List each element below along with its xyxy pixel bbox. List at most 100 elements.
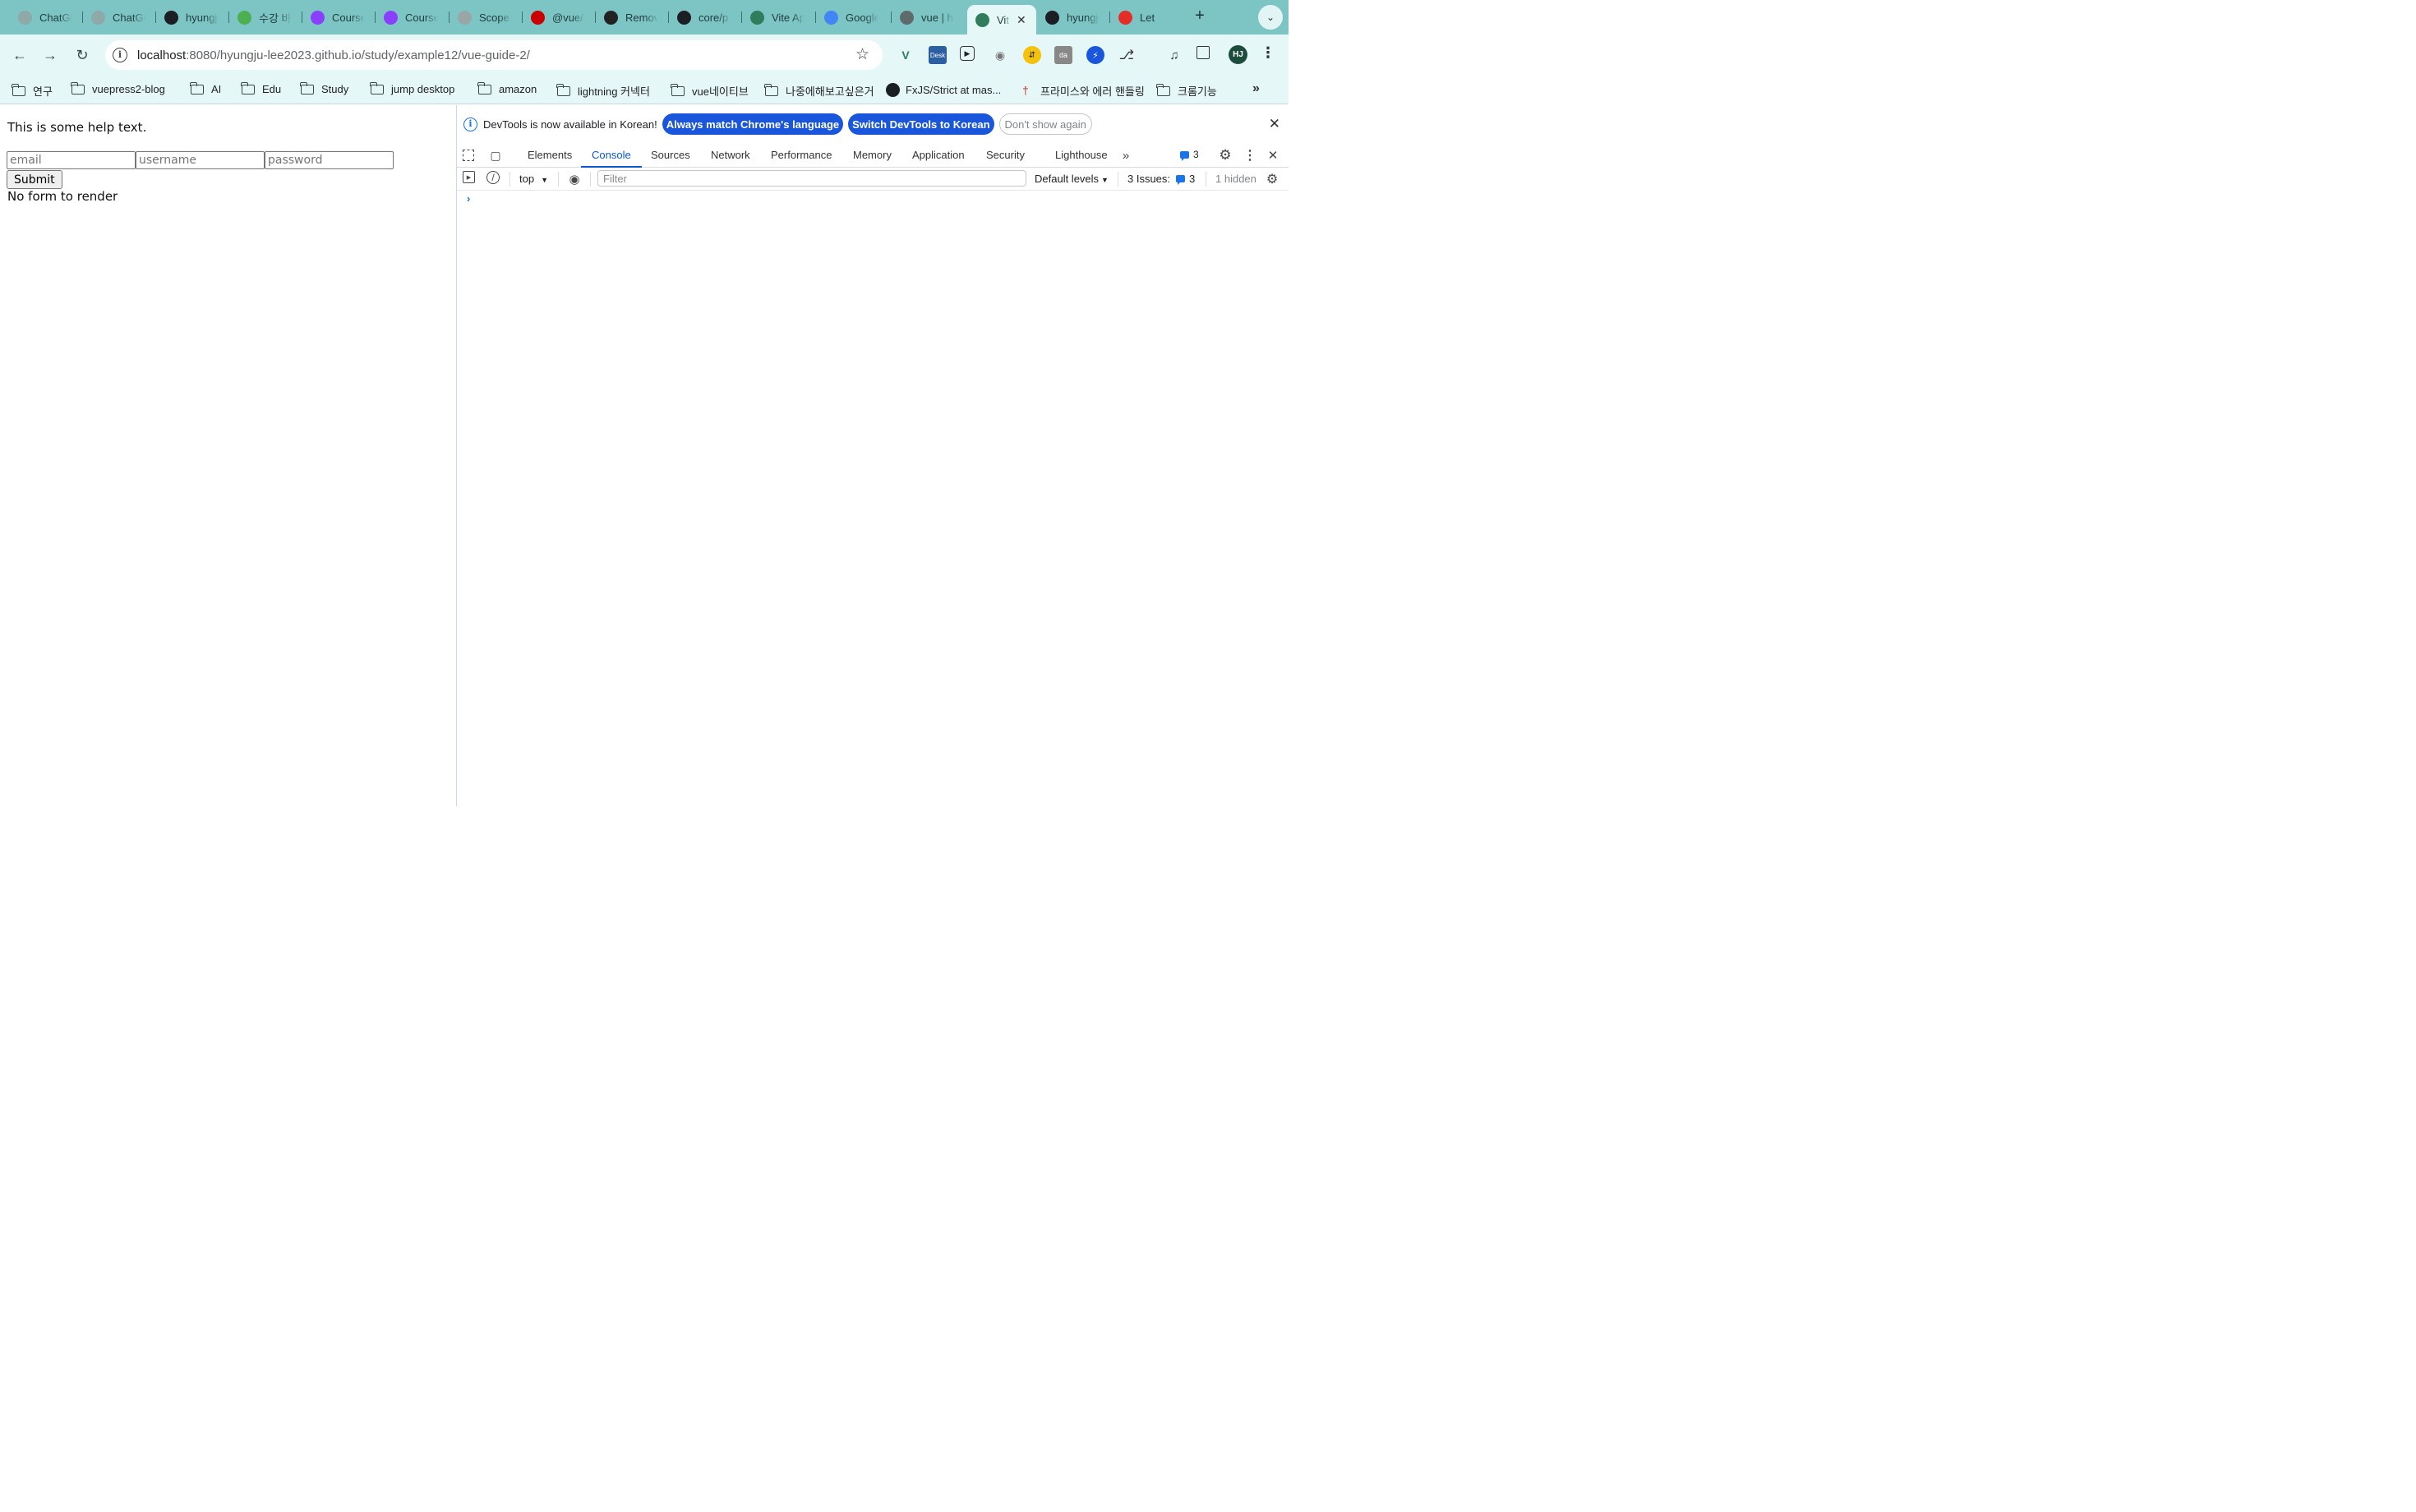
github-icon bbox=[1045, 10, 1059, 25]
bookmark-star-icon[interactable]: ☆ bbox=[855, 45, 869, 64]
log-levels-dropdown[interactable]: Default levels ▼ bbox=[1035, 173, 1109, 185]
username-input[interactable] bbox=[136, 151, 265, 169]
close-devtools-icon[interactable]: ✕ bbox=[1265, 147, 1281, 164]
chrome-menu-icon[interactable]: ⋮ bbox=[1261, 44, 1275, 62]
reload-icon[interactable]: ↻ bbox=[71, 44, 93, 66]
bookmark-item[interactable]: amazon bbox=[477, 81, 537, 95]
devtools-tab-memory[interactable]: Memory bbox=[853, 143, 892, 168]
dont-show-again-button[interactable]: Don't show again bbox=[998, 113, 1092, 135]
devtools-tab-security[interactable]: Security bbox=[986, 143, 1025, 168]
forward-icon[interactable]: → bbox=[39, 44, 61, 66]
folder-icon bbox=[12, 83, 25, 96]
browser-tab[interactable]: ChatGPT bbox=[83, 5, 156, 30]
sidebar-toggle-icon[interactable]: ▶ bbox=[463, 171, 475, 183]
address-bar[interactable]: i localhost:8080/hyungju-lee2023.github.… bbox=[105, 40, 883, 70]
context-selector[interactable]: top ▼ bbox=[519, 173, 548, 185]
desk-extension-icon[interactable]: Desk bbox=[929, 46, 947, 64]
bolt-extension-icon[interactable]: ⚡ bbox=[1086, 46, 1104, 64]
console-filter-input[interactable] bbox=[597, 170, 1026, 187]
switch-to-korean-button[interactable]: Switch DevTools to Korean bbox=[848, 113, 994, 135]
toolbar-separator bbox=[558, 172, 559, 187]
clear-console-icon[interactable]: / bbox=[486, 171, 500, 184]
settings-gear-icon[interactable]: ⚙ bbox=[1217, 147, 1233, 164]
bookmark-item[interactable]: 크롬기능 bbox=[1156, 83, 1217, 99]
browser-tab[interactable]: Let bbox=[1110, 5, 1181, 30]
profile-avatar[interactable]: HJ bbox=[1229, 45, 1247, 64]
issues-badge[interactable]: 3 bbox=[1180, 149, 1199, 161]
browser-tab[interactable]: Remove bbox=[596, 5, 669, 30]
email-input[interactable] bbox=[7, 151, 136, 169]
bookmark-item[interactable]: jump desktop bbox=[370, 81, 455, 95]
bookmark-item[interactable]: Study bbox=[300, 81, 349, 95]
player-extension-icon[interactable]: ▶ bbox=[960, 46, 975, 61]
bookmark-item[interactable]: AI bbox=[190, 81, 221, 95]
bookmark-item[interactable]: FxJS/Strict at mas... bbox=[886, 83, 1001, 97]
devtools-tab-network[interactable]: Network bbox=[711, 143, 750, 168]
folder-icon bbox=[190, 81, 204, 94]
bookmark-item[interactable]: † 프라미스와 에러 핸들링 bbox=[1022, 83, 1145, 99]
sort-extension-icon[interactable]: ⇵ bbox=[1023, 46, 1041, 64]
site-info-icon[interactable]: i bbox=[113, 48, 127, 62]
bookmark-item[interactable]: 나중에해보고싶은거 bbox=[764, 83, 874, 99]
url-text[interactable]: localhost:8080/hyungju-lee2023.github.io… bbox=[137, 48, 530, 62]
browser-tab[interactable]: vue | h bbox=[892, 5, 967, 30]
browser-tab[interactable]: Course bbox=[302, 5, 376, 30]
media-queue-icon[interactable]: ♫ bbox=[1165, 46, 1183, 64]
devtools-tab-lighthouse[interactable]: Lighthouse bbox=[1055, 143, 1108, 168]
bookmarks-bar: 연구 vuepress2-blog AI Edu Study jump desktop am… bbox=[0, 76, 1289, 104]
bookmark-item[interactable]: 연구 bbox=[12, 83, 53, 99]
da-extension-icon[interactable]: da bbox=[1054, 46, 1072, 64]
screenshot-extension-icon[interactable]: ◉ bbox=[991, 46, 1009, 64]
issues-counter[interactable]: 3 Issues: 3 bbox=[1127, 173, 1195, 185]
devtools-tab-sources[interactable]: Sources bbox=[651, 143, 690, 168]
more-tabs-icon[interactable]: » bbox=[1118, 147, 1134, 164]
extensions-puzzle-icon[interactable]: ⎇ bbox=[1118, 46, 1136, 64]
device-toolbar-icon[interactable]: ▢ bbox=[487, 147, 504, 164]
more-bookmarks-icon[interactable]: » bbox=[1252, 81, 1260, 96]
context-label: top bbox=[519, 173, 535, 185]
browser-tab[interactable]: ChatGPT bbox=[10, 5, 83, 30]
password-input[interactable] bbox=[265, 151, 394, 169]
back-icon[interactable]: ← bbox=[9, 44, 30, 66]
bookmark-label: jump desktop bbox=[391, 83, 455, 95]
browser-tab[interactable]: hyungju bbox=[156, 5, 229, 30]
browser-tab[interactable]: Course bbox=[376, 5, 450, 30]
bookmark-label: lightning 커넥터 bbox=[578, 85, 650, 98]
bookmark-item[interactable]: Edu bbox=[241, 81, 281, 95]
bookmark-item[interactable]: vue네이티브 bbox=[671, 83, 749, 99]
live-expression-eye-icon[interactable]: ◉ bbox=[566, 171, 583, 187]
browser-tab[interactable]: hyungju bbox=[1037, 5, 1110, 30]
browser-tab[interactable]: Vite App ✕ bbox=[967, 5, 1036, 35]
devtools-tab-console[interactable]: Console bbox=[581, 143, 642, 168]
devtools-menu-icon[interactable]: ⋮ bbox=[1242, 147, 1258, 164]
tab-search-icon[interactable]: ⌄ bbox=[1258, 5, 1283, 30]
folder-icon bbox=[764, 83, 778, 96]
console-settings-gear-icon[interactable]: ⚙ bbox=[1264, 171, 1280, 187]
issues-badge-count: 3 bbox=[1193, 149, 1199, 160]
side-panel-icon[interactable] bbox=[1196, 46, 1210, 59]
github-icon bbox=[164, 10, 178, 25]
issues-chat-icon bbox=[1176, 175, 1186, 185]
bookmark-item[interactable]: lightning 커넥터 bbox=[556, 83, 650, 99]
inspect-element-icon[interactable] bbox=[463, 150, 474, 161]
devtools-tab-performance[interactable]: Performance bbox=[771, 143, 832, 168]
close-tab-icon[interactable]: ✕ bbox=[1017, 13, 1026, 27]
always-match-language-button[interactable]: Always match Chrome's language bbox=[662, 113, 844, 135]
console-prompt[interactable]: › bbox=[467, 192, 470, 205]
infobar-close-icon[interactable]: ✕ bbox=[1269, 116, 1280, 132]
new-tab-icon[interactable]: + bbox=[1190, 7, 1210, 26]
bookmark-item[interactable]: vuepress2-blog bbox=[71, 81, 165, 95]
tab-title: hyungju bbox=[1067, 11, 1100, 24]
browser-tab[interactable]: 수강 바구니 bbox=[229, 5, 302, 30]
browser-tab[interactable]: Scope bbox=[450, 5, 523, 30]
browser-tab[interactable]: core/p bbox=[669, 5, 742, 30]
browser-tab[interactable]: Google bbox=[816, 5, 892, 30]
devtools-tab-elements[interactable]: Elements bbox=[528, 143, 572, 168]
browser-tab[interactable]: @vue/ bbox=[523, 5, 596, 30]
tab-title: ChatGPT bbox=[113, 11, 145, 24]
vue-devtools-extension-icon[interactable]: V bbox=[897, 46, 915, 64]
browser-tab[interactable]: Vite App bbox=[742, 5, 816, 30]
submit-button[interactable]: Submit bbox=[7, 170, 62, 189]
devtools-tab-application[interactable]: Application bbox=[912, 143, 965, 168]
bookmark-label: Study bbox=[321, 83, 349, 95]
